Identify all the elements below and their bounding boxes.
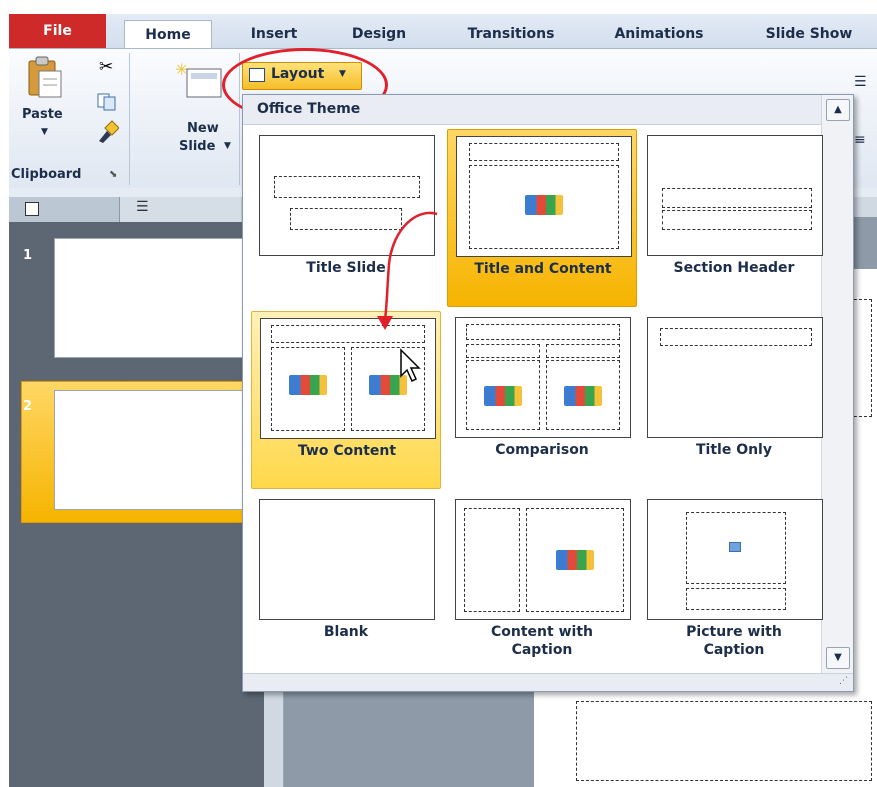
layout-label: Picture with Caption xyxy=(686,624,782,658)
slides-pane-tabs: ☰ xyxy=(9,197,264,222)
slide-number: 1 xyxy=(23,248,33,263)
tab-insert[interactable]: Insert xyxy=(239,20,309,48)
outline-icon: ☰ xyxy=(136,199,149,215)
layout-preview xyxy=(647,135,823,256)
content-icons xyxy=(289,375,327,395)
layout-label: Section Header xyxy=(673,260,795,276)
cut-icon[interactable]: ✂ xyxy=(99,57,113,77)
layout-title-and-content[interactable]: Title and Content xyxy=(447,129,637,307)
layout-preview xyxy=(455,317,631,438)
powerpoint-window: File Home Insert Design Transitions Anim… xyxy=(9,14,877,787)
title-placeholder-preview xyxy=(662,188,812,208)
content-placeholder[interactable] xyxy=(576,701,872,781)
slide-thumbnail[interactable] xyxy=(54,238,264,358)
svg-text:✳: ✳ xyxy=(175,61,188,79)
text-placeholder-preview xyxy=(662,210,812,230)
title-placeholder-preview xyxy=(274,176,420,198)
tab-transitions[interactable]: Transitions xyxy=(451,20,571,48)
gallery-footer: ⋰ xyxy=(243,673,853,691)
scroll-down-button[interactable]: ▼ xyxy=(826,647,850,669)
dialog-launcher-icon[interactable]: ⬊ xyxy=(109,169,117,180)
caption-placeholder-preview xyxy=(464,508,520,612)
slides-tab-icon[interactable] xyxy=(25,202,39,216)
layout-picture-with-caption[interactable]: Picture with Caption xyxy=(639,493,829,671)
ribbon-tab-bar: File Home Insert Design Transitions Anim… xyxy=(9,14,877,48)
format-painter-icon[interactable] xyxy=(95,119,120,143)
resize-grip-icon[interactable]: ⋰ xyxy=(839,676,848,686)
ribbon-separator xyxy=(129,53,130,185)
copy-icon[interactable] xyxy=(97,93,119,111)
tab-design[interactable]: Design xyxy=(339,20,419,48)
outline-tab[interactable]: ☰ xyxy=(119,197,241,222)
layout-label: Comparison xyxy=(495,442,589,458)
layout-label: Content with Caption xyxy=(491,624,593,658)
content-icons xyxy=(484,386,522,406)
content-icons xyxy=(525,195,563,215)
layout-title-only[interactable]: Title Only xyxy=(639,311,829,489)
title-placeholder-preview xyxy=(660,328,812,346)
layout-comparison[interactable]: Comparison xyxy=(447,311,637,489)
content-icons xyxy=(556,550,594,570)
layout-preview xyxy=(456,136,632,257)
right-heading-preview xyxy=(546,344,620,358)
layout-label: Title Only xyxy=(695,442,772,458)
layout-preview xyxy=(259,499,435,620)
annotation-arrow xyxy=(377,211,438,330)
mouse-cursor-icon xyxy=(400,348,421,383)
scroll-up-button[interactable]: ▲ xyxy=(826,99,850,121)
bullets-icon[interactable]: ☰ xyxy=(854,74,877,90)
caption-placeholder-preview xyxy=(686,588,786,610)
new-slide-icon[interactable]: ✳ xyxy=(175,60,225,101)
title-placeholder-preview xyxy=(469,143,619,161)
tab-slide-show[interactable]: Slide Show xyxy=(749,20,869,48)
new-slide-button[interactable]: New xyxy=(187,121,219,136)
align-icon[interactable]: ≡ xyxy=(854,132,877,148)
left-heading-preview xyxy=(466,344,540,358)
layout-gallery: Office Theme ▲ ▼ Title Slide Title and C… xyxy=(242,94,854,692)
title-placeholder-preview xyxy=(466,324,620,340)
slide-number: 2 xyxy=(23,399,33,414)
layout-content-with-caption[interactable]: Content with Caption xyxy=(447,493,637,671)
picture-icon xyxy=(729,542,741,552)
slide-thumbnail[interactable] xyxy=(54,390,264,510)
layout-blank[interactable]: Blank xyxy=(251,493,441,671)
paste-button[interactable]: Paste xyxy=(22,107,63,122)
layout-label: Title and Content xyxy=(474,261,612,277)
paste-icon[interactable] xyxy=(25,55,65,101)
layout-preview xyxy=(647,317,823,438)
content-icons xyxy=(564,386,602,406)
layout-label: Blank xyxy=(323,624,369,640)
tab-file[interactable]: File xyxy=(9,14,106,48)
clipboard-group-label: Clipboard xyxy=(11,167,82,182)
paste-dropdown-icon[interactable]: ▼ xyxy=(41,127,48,137)
layout-section-header[interactable]: Section Header xyxy=(639,129,829,307)
tab-animations[interactable]: Animations xyxy=(599,20,719,48)
tab-home[interactable]: Home xyxy=(124,20,212,48)
gallery-header-title: Office Theme xyxy=(257,101,361,117)
new-slide-label: Slide xyxy=(179,139,216,154)
gallery-header: Office Theme xyxy=(243,95,821,125)
layout-label: Two Content xyxy=(297,443,397,459)
new-slide-dropdown-icon[interactable]: ▼ xyxy=(224,141,231,151)
layout-preview xyxy=(455,499,631,620)
layout-preview xyxy=(647,499,823,620)
